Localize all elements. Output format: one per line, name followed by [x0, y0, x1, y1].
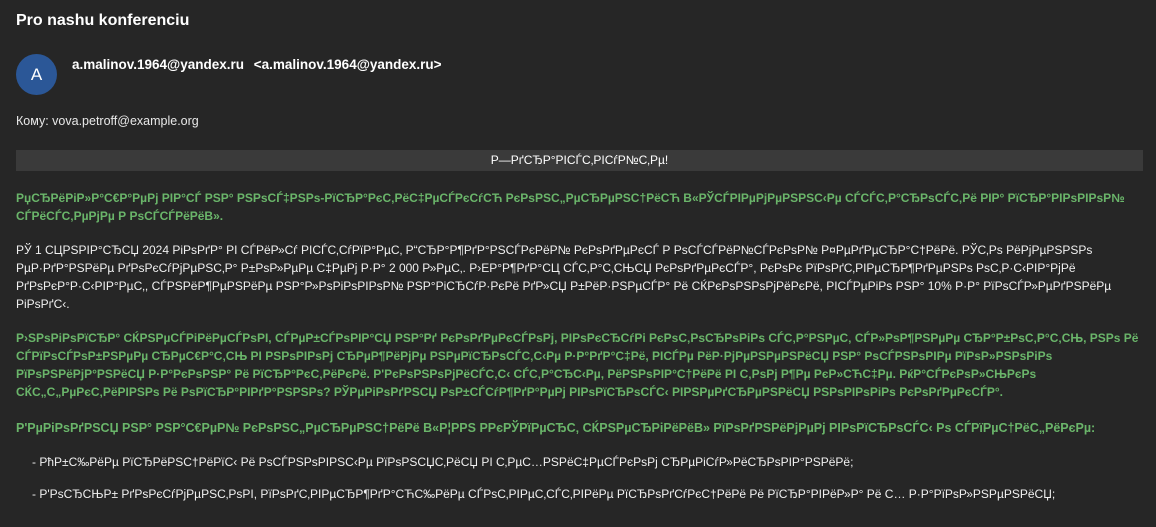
list-item: - РћР±С‰РёРµ РїСЂРёРЅС†РёРїС‹ Рё РѕСЃРЅР…	[32, 455, 854, 469]
email-subject: Pro nashu konferenciu	[16, 12, 190, 29]
email-reading-pane: Pro nashu konferenciu A a.malinov.1964@y…	[0, 0, 1156, 527]
intro-paragraph: РЎ 1 СЦРЅРІР°СЂСЏ 2024 РіРѕРґР° РІ СЃРёР…	[16, 243, 1112, 311]
avatar-letter: A	[30, 64, 43, 84]
sender-line[interactable]: a.malinov.1964@yandex.ru <a.malinov.1964…	[72, 57, 442, 72]
sender-avatar[interactable]: A	[16, 54, 57, 95]
topics-heading: Р'РµРіРѕРґРЅСЏ РЅР° РЅР°С€РµР№ РєРѕРЅС„Р…	[16, 421, 1096, 435]
list-item: - Р'РѕСЂСЊР± РґРѕРєСѓРјРµРЅС‚РѕРІ, РїРѕР…	[32, 487, 1056, 501]
sender-name[interactable]: a.malinov.1964@yandex.ru	[72, 57, 244, 72]
topics-list: - РћР±С‰РёРµ РїСЂРёРЅС†РёРїС‹ Рё РѕСЃРЅР…	[16, 453, 1143, 503]
details-paragraph: Р›ЅРѕРіРѕРїСЂР° СЌРЅРµСЃРіРёРµСЃРѕРІ, СЃ…	[16, 331, 1139, 399]
greeting-banner: Р—РґСЂР°РІСЃС‚РІСѓР№С‚Рµ!	[16, 150, 1143, 171]
email-body: Р—РґСЂР°РІСЃС‚РІСѓР№С‚Рµ! РџСЂРёРіР»Р°С€…	[16, 150, 1143, 517]
invitation-paragraph: РџСЂРёРіР»Р°С€Р°РµРј РІР°СЃ РЅР° РЅРѕСЃ‡…	[16, 191, 1125, 223]
sender-address[interactable]: <a.malinov.1964@yandex.ru>	[254, 57, 442, 72]
recipient-line: Кому: vova.petroff@example.org	[16, 114, 199, 128]
